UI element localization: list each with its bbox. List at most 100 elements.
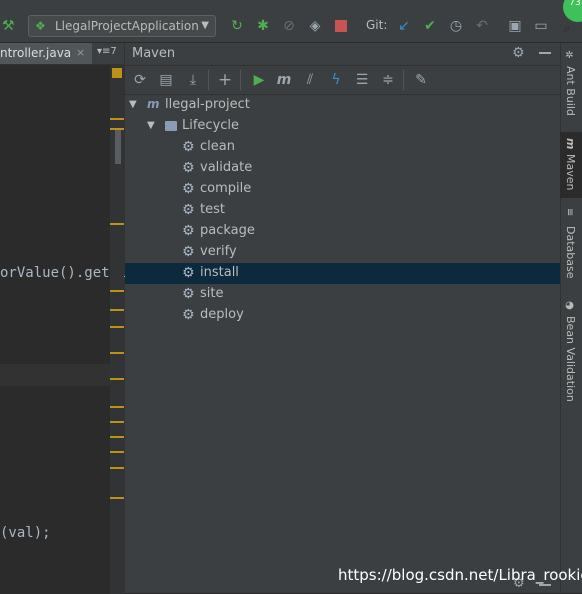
minimize-icon[interactable] (539, 584, 551, 586)
warning-mark[interactable] (110, 451, 124, 453)
terminal-window-icon[interactable]: ▭ (531, 16, 551, 36)
tool-tab-label: Ant Build (564, 66, 577, 116)
maven-panel-title: Maven (132, 46, 176, 61)
tree-node-lifecycle[interactable]: ▼ Lifecycle (125, 116, 560, 137)
tree-node-project[interactable]: ▼ m llegal-project (125, 95, 560, 116)
warning-mark[interactable] (110, 497, 124, 499)
gear-icon: ⚙ (182, 202, 195, 218)
warning-mark[interactable] (110, 223, 124, 225)
git-update-icon[interactable]: ↙ (394, 16, 414, 36)
gear-icon: ⚙ (182, 160, 195, 176)
tool-tab-label: Bean Validation (564, 316, 577, 402)
lifecycle-phase-deploy[interactable]: ⚙ deploy (125, 305, 560, 326)
editor-area[interactable] (0, 43, 125, 593)
lifecycle-phase-validate[interactable]: ⚙ validate (125, 158, 560, 179)
generate-sources-folder-icon[interactable]: ▤ (156, 70, 176, 90)
skip-tests-icon[interactable]: ϟ (326, 70, 346, 90)
maven-panel-header (125, 43, 560, 66)
phase-label: deploy (200, 307, 244, 322)
git-commit-check-icon[interactable]: ✔ (420, 16, 440, 36)
git-history-clock-icon[interactable]: ◷ (446, 16, 466, 36)
lifecycle-phase-site[interactable]: ⚙ site (125, 284, 560, 305)
lifecycle-phase-verify[interactable]: ⚙ verify (125, 242, 560, 263)
collapse-all-icon[interactable]: ≑ (378, 70, 398, 90)
toolbar-separator (240, 70, 241, 90)
phase-label: validate (200, 160, 253, 175)
lifecycle-phase-compile[interactable]: ⚙ compile (125, 179, 560, 200)
bean-icon: ◕ (564, 300, 575, 311)
tool-tab-label: Maven (564, 154, 577, 191)
git-label: Git: (366, 18, 388, 32)
project-label: llegal-project (165, 97, 250, 112)
run-configuration-select[interactable]: ❖ LlegalProjectApplication ▼ (28, 15, 216, 37)
show-dependencies-icon[interactable]: ☰ (352, 70, 372, 90)
lifecycle-phase-test[interactable]: ⚙ test (125, 200, 560, 221)
tool-tab-label: Database (564, 226, 577, 279)
download-icon[interactable]: ⤓ (183, 70, 203, 90)
toolbar-separator (208, 70, 209, 90)
tool-tab-ant-build[interactable]: ✲ Ant Build (560, 48, 582, 132)
search-icon[interactable]: ⌕ (557, 18, 577, 38)
tool-tab-database[interactable]: ≡ Database (560, 204, 582, 284)
gear-icon: ⚙ (182, 286, 195, 302)
warning-mark[interactable] (110, 326, 124, 328)
phase-label: package (200, 223, 255, 238)
lifecycle-folder-icon (165, 121, 177, 131)
code-line: (val); (0, 525, 51, 541)
phase-label: compile (200, 181, 252, 196)
coverage-shield-icon[interactable]: ◈ (305, 16, 325, 36)
tool-tab-maven[interactable]: m Maven (560, 132, 582, 198)
lifecycle-phase-package[interactable]: ⚙ package (125, 221, 560, 242)
profile-icon[interactable]: ⊘ (279, 16, 299, 36)
toolbar-separator (403, 70, 404, 90)
tab-list-menu-icon[interactable]: ▾≡7 (97, 46, 117, 57)
caret-row-highlight (0, 364, 110, 386)
warning-mark[interactable] (110, 128, 124, 130)
gear-icon: ⚙ (182, 307, 195, 323)
close-icon[interactable]: × (76, 46, 85, 59)
phase-label: install (200, 265, 239, 280)
phase-label: clean (200, 139, 235, 154)
warning-mark[interactable] (110, 309, 124, 311)
execute-maven-goal-icon[interactable]: m (274, 70, 294, 90)
lifecycle-label: Lifecycle (182, 118, 240, 133)
stop-icon[interactable] (335, 20, 347, 32)
run-configuration-label: LlegalProjectApplication (55, 19, 199, 33)
debug-bug-icon[interactable]: ✱ (253, 16, 273, 36)
warning-mark[interactable] (110, 352, 124, 354)
warning-mark[interactable] (110, 467, 124, 469)
warning-mark[interactable] (110, 290, 124, 292)
watermark-text: https://blog.csdn.net/Libra_rookie (338, 566, 582, 584)
editor-tab-label: ntroller.java (0, 46, 72, 60)
warning-mark[interactable] (110, 436, 124, 438)
gear-icon: ⚙ (182, 265, 195, 281)
project-structure-icon[interactable]: ▣ (505, 16, 525, 36)
rerun-icon[interactable]: ↻ (227, 16, 247, 36)
reload-icon[interactable]: ⟳ (130, 70, 150, 90)
database-icon: ≡ (564, 208, 575, 217)
lifecycle-phase-install[interactable]: ⚙ install (125, 263, 560, 284)
phase-label: test (200, 202, 225, 217)
git-rollback-icon[interactable]: ↶ (472, 16, 492, 36)
lifecycle-phase-clean[interactable]: ⚙ clean (125, 137, 560, 158)
gear-icon: ⚙ (182, 181, 195, 197)
warning-mark[interactable] (110, 378, 124, 380)
scrollbar-thumb[interactable] (115, 128, 121, 164)
gear-icon[interactable]: ⚙ (512, 45, 525, 61)
run-play-icon[interactable]: ▶ (249, 70, 269, 90)
warning-mark[interactable] (110, 421, 124, 423)
build-hammer-icon[interactable]: ⚒ (2, 18, 15, 34)
warning-indicator-icon[interactable] (112, 68, 122, 78)
warning-mark[interactable] (110, 118, 124, 120)
warning-mark[interactable] (110, 406, 124, 408)
wrench-settings-icon[interactable]: ✎ (411, 70, 431, 90)
spring-boot-icon: ❖ (35, 19, 46, 33)
tool-tab-bean-validation[interactable]: ◕ Bean Validation (560, 296, 582, 406)
expand-arrow-icon[interactable]: ▼ (129, 99, 137, 110)
add-icon[interactable]: + (215, 70, 235, 90)
toggle-offline-icon[interactable]: ⫽ (300, 70, 320, 90)
expand-arrow-icon[interactable]: ▼ (147, 120, 155, 131)
gear-icon: ⚙ (182, 223, 195, 239)
minimize-icon[interactable] (539, 52, 551, 54)
maven-project-icon: m (147, 97, 160, 111)
